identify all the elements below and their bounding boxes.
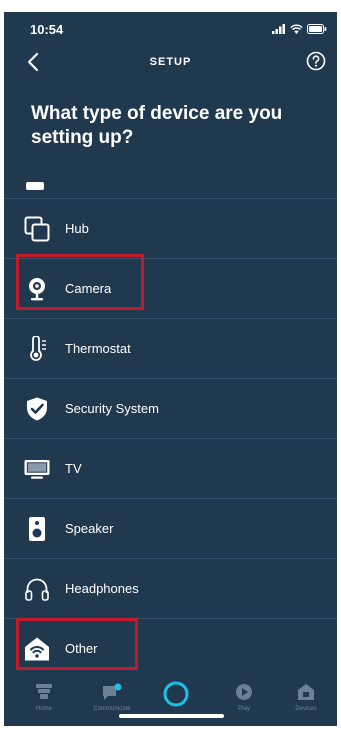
tab-label-communicate: Communicate xyxy=(93,706,131,712)
device-row-other[interactable]: Other xyxy=(4,618,337,678)
tab-home[interactable]: Home xyxy=(14,682,74,722)
navigation-bar: SETUP xyxy=(4,48,337,78)
home-icon xyxy=(36,684,52,699)
device-label-hub: Hub xyxy=(65,221,89,236)
device-label-security-system: Security System xyxy=(65,401,159,416)
status-bar: 10:54 xyxy=(4,12,337,44)
page-title: SETUP xyxy=(149,56,192,68)
shield-icon xyxy=(27,397,47,421)
device-row-headphones[interactable]: Headphones xyxy=(4,558,337,618)
device-label-camera: Camera xyxy=(65,281,112,296)
hub-icon xyxy=(24,216,50,242)
device-row-camera[interactable]: Camera xyxy=(4,258,337,318)
device-label-headphones: Headphones xyxy=(65,581,139,596)
status-time: 10:54 xyxy=(30,22,64,37)
device-row-hub[interactable]: Hub xyxy=(4,198,337,258)
tv-icon xyxy=(24,460,50,479)
tab-label-play: Play xyxy=(238,706,250,712)
device-row-tv[interactable]: TV xyxy=(4,438,337,498)
signal-icon xyxy=(272,24,285,34)
headphones-icon xyxy=(25,578,49,601)
chat-icon xyxy=(103,683,122,700)
phone-frame: 10:54 SETUP What type of device are you … xyxy=(0,0,341,736)
bottom-tab-bar: Home Communicate Play Devices xyxy=(4,676,337,726)
device-label-thermostat: Thermostat xyxy=(65,341,131,356)
question-heading: What type of device are you setting up? xyxy=(31,103,283,148)
home-indicator xyxy=(119,714,224,718)
device-label-tv: TV xyxy=(65,461,82,476)
alexa-icon xyxy=(163,681,189,707)
device-row-speaker[interactable]: Speaker xyxy=(4,498,337,558)
partial-device-icon xyxy=(26,182,44,190)
speaker-icon xyxy=(29,517,45,541)
device-label-speaker: Speaker xyxy=(65,521,114,536)
app-screen: 10:54 SETUP What type of device are you … xyxy=(4,12,337,726)
tab-devices[interactable]: Devices xyxy=(276,682,336,722)
device-row-security-system[interactable]: Security System xyxy=(4,378,337,438)
play-icon xyxy=(236,684,252,700)
battery-icon xyxy=(307,24,327,34)
wifi-icon xyxy=(290,24,303,34)
tab-label-home: Home xyxy=(35,706,52,712)
wifi-house-icon xyxy=(25,637,49,661)
status-icons xyxy=(272,23,327,35)
tab-label-devices: Devices xyxy=(295,706,317,712)
device-row-thermostat[interactable]: Thermostat xyxy=(4,318,337,378)
device-label-other: Other xyxy=(65,641,98,656)
devices-icon xyxy=(298,684,314,700)
help-icon[interactable] xyxy=(305,50,327,72)
camera-icon xyxy=(29,278,45,301)
thermostat-icon xyxy=(30,336,46,361)
